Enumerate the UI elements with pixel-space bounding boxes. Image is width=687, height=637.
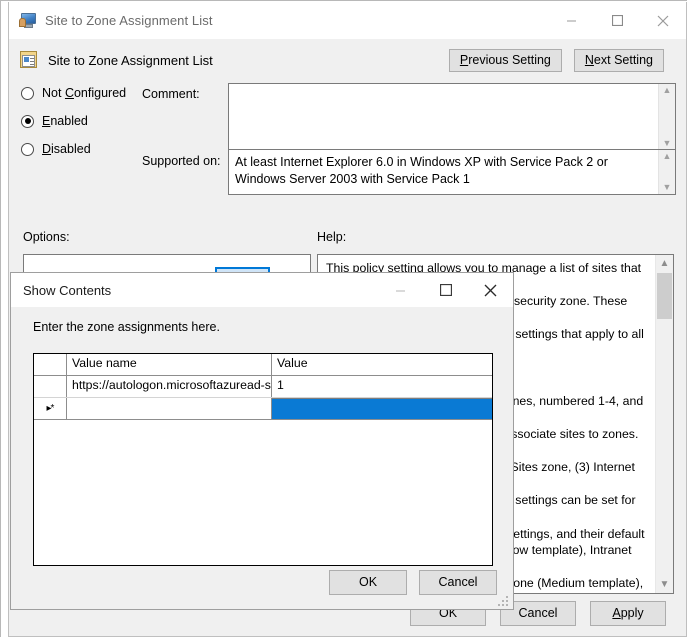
maximize-icon[interactable]: [423, 273, 468, 307]
show-contents-instruction: Enter the zone assignments here.: [33, 320, 220, 334]
grid-header-row: Value name Value: [34, 354, 492, 376]
apply-button[interactable]: Apply: [590, 601, 666, 626]
window-titlebar[interactable]: Site to Zone Assignment List: [9, 2, 686, 40]
comment-scrollbar[interactable]: ▲ ▼: [658, 84, 675, 150]
comment-textbox[interactable]: ▲ ▼: [228, 83, 676, 151]
grid-header-rowselector: [34, 354, 67, 375]
supported-on-value: At least Internet Explorer 6.0 in Window…: [235, 155, 608, 186]
new-row-selector[interactable]: ▸*: [34, 398, 67, 419]
cell-value[interactable]: 1: [272, 376, 492, 397]
radio-enabled-indicator[interactable]: [21, 114, 34, 128]
apply-label-rest: pply: [620, 606, 644, 620]
maximize-icon[interactable]: [594, 2, 640, 39]
comment-value[interactable]: [229, 84, 675, 92]
bg-window-top-edge: [0, 0, 687, 1]
show-contents-footer-buttons: OK Cancel: [329, 570, 497, 595]
radio-enabled[interactable]: Enabled: [21, 114, 88, 128]
scrollbar-thumb[interactable]: [657, 273, 672, 319]
radio-disabled[interactable]: Disabled: [21, 142, 91, 156]
radio-disabled-indicator[interactable]: [21, 142, 34, 156]
radio-not-configured[interactable]: Not Configured: [21, 86, 126, 100]
pane-labels: Options: Help:: [9, 230, 686, 250]
table-row[interactable]: ▸*: [34, 398, 492, 420]
help-scrollbar[interactable]: ▲ ▼: [655, 255, 673, 593]
scroll-up-icon[interactable]: ▲: [663, 152, 672, 161]
supported-on-label: Supported on:: [142, 154, 221, 168]
setting-nav-buttons: Previous Setting Next Setting: [448, 49, 664, 72]
radio-enabled-label: Enabled: [42, 114, 88, 128]
row-selector[interactable]: [34, 376, 67, 397]
show-contents-dialog: Show Contents Enter the zone assignments…: [10, 272, 514, 610]
radio-not-configured-indicator[interactable]: [21, 86, 34, 100]
show-contents-window-controls: [378, 273, 513, 307]
scroll-up-icon[interactable]: ▲: [656, 258, 673, 269]
policy-setting-icon: [19, 50, 39, 70]
scroll-down-icon[interactable]: ▼: [656, 579, 673, 590]
minimize-icon[interactable]: [548, 2, 594, 39]
table-row[interactable]: https://autologon.microsoftazuread-sso..…: [34, 376, 492, 398]
grid-header-value[interactable]: Value: [272, 354, 492, 375]
configuration-area: Not Configured Enabled Disabled Comment:…: [9, 80, 686, 225]
new-row-marker: ▸*: [46, 403, 55, 414]
cell-value-name[interactable]: [67, 398, 272, 419]
computer-monitor-icon: [19, 12, 37, 30]
show-contents-titlebar[interactable]: Show Contents: [11, 273, 513, 307]
radio-not-configured-label: Not Configured: [42, 86, 127, 100]
next-setting-label-rest: ext Setting: [593, 53, 653, 67]
scroll-down-icon[interactable]: ▼: [663, 183, 672, 192]
help-label: Help:: [317, 230, 347, 244]
show-contents-title: Show Contents: [23, 282, 112, 298]
scroll-up-icon[interactable]: ▲: [663, 86, 672, 95]
close-icon[interactable]: [468, 273, 513, 307]
options-label: Options:: [23, 230, 70, 244]
minimize-icon[interactable]: [378, 273, 423, 307]
previous-setting-button[interactable]: Previous Setting: [448, 49, 562, 72]
window-title: Site to Zone Assignment List: [45, 13, 213, 28]
radio-disabled-label: Disabled: [42, 142, 91, 156]
comment-label: Comment:: [142, 87, 200, 101]
setting-header: Site to Zone Assignment List Previous Se…: [9, 40, 686, 80]
window-controls: [548, 2, 686, 39]
next-setting-button[interactable]: Next Setting: [573, 49, 664, 72]
setting-title: Site to Zone Assignment List: [48, 52, 213, 68]
close-icon[interactable]: [640, 2, 686, 39]
scroll-down-icon[interactable]: ▼: [663, 139, 672, 148]
supported-on-scrollbar[interactable]: ▲ ▼: [658, 150, 675, 194]
previous-setting-label-rest: revious Setting: [468, 53, 551, 67]
show-contents-ok-button[interactable]: OK: [329, 570, 407, 595]
bg-window-edge: [0, 0, 1, 637]
supported-on-textbox: At least Internet Explorer 6.0 in Window…: [228, 149, 676, 195]
show-contents-cancel-button[interactable]: Cancel: [419, 570, 497, 595]
zone-assignment-grid[interactable]: Value name Value https://autologon.micro…: [33, 353, 493, 566]
grid-header-value-name[interactable]: Value name: [67, 354, 272, 375]
resize-grip-icon[interactable]: [498, 594, 510, 606]
cell-value-name[interactable]: https://autologon.microsoftazuread-sso..…: [67, 376, 272, 397]
cell-value[interactable]: [272, 398, 492, 419]
